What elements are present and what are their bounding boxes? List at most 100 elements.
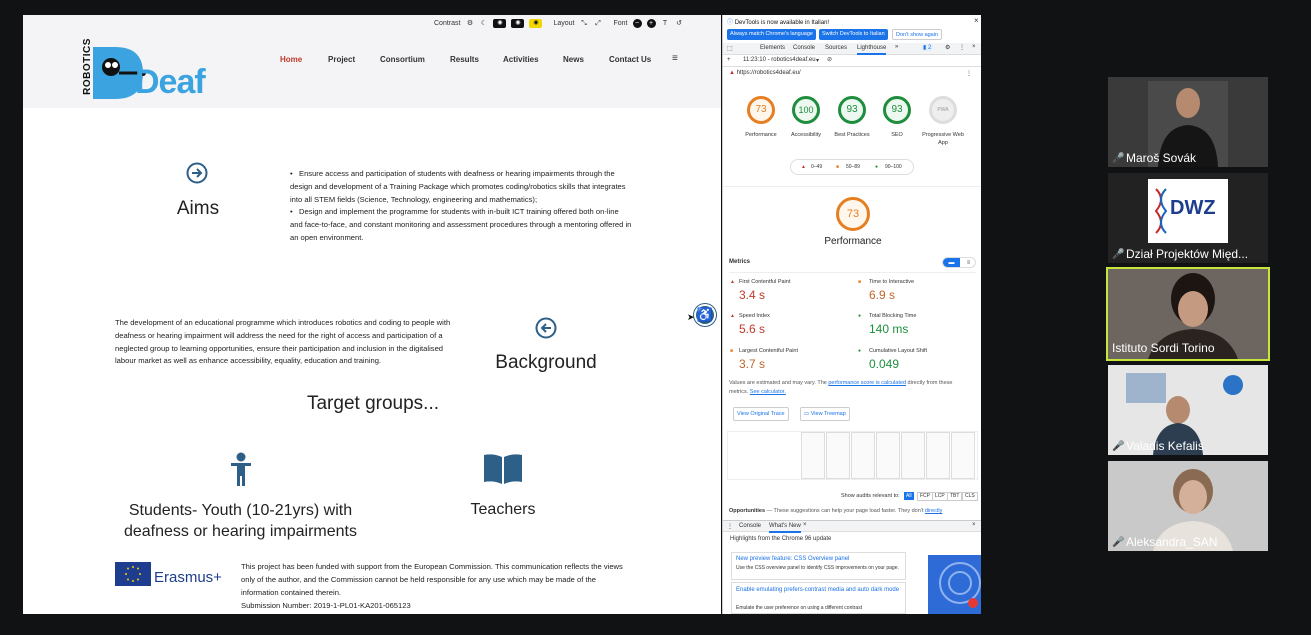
participant-tile-2[interactable]: DWZ 🎤 Dział Projektów Międ... (1108, 173, 1268, 263)
news-card-css-overview[interactable]: New preview feature: CSS Overview panel … (731, 552, 906, 580)
filmstrip-frame (876, 432, 900, 479)
kebab-menu-icon[interactable]: ⋮ (959, 44, 965, 51)
tab-sources[interactable]: Sources (825, 45, 847, 51)
eye-dark-icon[interactable]: ◉ (493, 19, 507, 28)
clear-icon[interactable]: ⊘ (827, 56, 832, 63)
participant-tile-1[interactable]: 🎤 Maroš Sovák (1108, 77, 1268, 167)
accessibility-gauge[interactable]: 100 (792, 96, 820, 124)
metric-fcp-value: 3.4 s (739, 288, 766, 302)
expanded-view-icon[interactable]: ≡ (960, 258, 975, 267)
audit-chip-lcp[interactable]: LCP (932, 492, 948, 501)
submission-number: Submission Number: 2019-1-PL01-KA201-065… (241, 601, 411, 610)
best-practices-gauge-label: Best Practices (834, 132, 870, 138)
fcp-status-icon: ▲ (730, 279, 735, 285)
legend-pass: 90–100 (885, 164, 902, 170)
eye-yellow-icon[interactable]: ◉ (529, 19, 543, 28)
best-practices-gauge[interactable]: 93 (838, 96, 866, 124)
whats-new-illustration (928, 555, 981, 614)
close-notice-icon[interactable]: × (974, 16, 979, 25)
inspect-icon[interactable]: ⬚ (727, 45, 733, 52)
muted-mic-icon: 🎤 (1112, 248, 1125, 260)
always-match-language-button[interactable]: Always match Chrome's language (727, 29, 816, 40)
tab-elements[interactable]: Elements (760, 45, 785, 51)
issues-badge[interactable]: ▮ 2 (921, 44, 934, 51)
more-tabs-icon[interactable]: » (895, 44, 898, 50)
tbt-status-icon: ● (858, 313, 862, 319)
news-title[interactable]: Enable emulating prefers-contrast media … (736, 586, 901, 595)
aims-heading: Aims (176, 198, 220, 219)
nav-consortium[interactable]: Consortium (380, 55, 425, 64)
participant-tile-4[interactable]: 🎤 Valadis Kefalis (1108, 365, 1268, 455)
tab-console[interactable]: Console (793, 45, 815, 51)
metric-si-name: Speed Index (739, 313, 770, 319)
close-devtools-icon[interactable]: × (972, 44, 976, 50)
see-calculator-link[interactable]: See calculator. (750, 389, 786, 395)
view-treemap-button[interactable]: ▭ View Treemap (800, 407, 850, 421)
arrow-left-circle-icon (535, 317, 557, 339)
nav-activities[interactable]: Activities (503, 55, 539, 64)
moon-icon[interactable]: ☾ (479, 19, 488, 28)
score-calc-link[interactable]: performance score is calculated (828, 380, 906, 386)
font-decrease-icon[interactable]: − (632, 19, 642, 28)
participant-name: 🎤 Maroš Sovák (1112, 151, 1197, 165)
nav-project[interactable]: Project (328, 55, 355, 64)
performance-gauge-label: Performance (745, 132, 777, 138)
pwa-gauge[interactable]: PWA (929, 96, 957, 124)
close-tab-icon[interactable]: × (803, 522, 807, 528)
metric-cls-name: Cumulative Layout Shift (869, 348, 928, 354)
news-title[interactable]: New preview feature: CSS Overview panel (736, 556, 849, 562)
accessibility-toolbar: Contrast ⚙ ☾ ◉ ◉ ◉ Layout ⤡ ⤢ Font − + T… (434, 19, 684, 28)
tab-lighthouse[interactable]: Lighthouse (857, 45, 887, 55)
new-report-icon[interactable]: + (727, 57, 731, 63)
muted-mic-icon: 🎤 (1112, 152, 1125, 164)
reset-icon[interactable]: ↺ (675, 19, 684, 28)
accessibility-widget-icon[interactable]: ♿ (694, 304, 716, 326)
audit-chip-cls[interactable]: CLS (962, 492, 978, 501)
audit-chip-fcp[interactable]: FCP (917, 492, 933, 501)
nav-news[interactable]: News (563, 55, 584, 64)
audit-chip-all[interactable]: All (904, 492, 914, 500)
nav-results[interactable]: Results (450, 55, 479, 64)
opportunities-link[interactable]: directly (925, 508, 942, 514)
news-card-prefers-contrast[interactable]: Enable emulating prefers-contrast media … (731, 582, 906, 614)
metric-tti-name: Time to Interactive (869, 279, 915, 285)
report-selector[interactable]: 11:23:10 - robotics4deaf.eu (743, 57, 816, 63)
expand-icon[interactable]: ⤢ (594, 19, 603, 28)
contrast-label: Contrast (434, 20, 461, 27)
accessibility-gauge-label: Accessibility (791, 132, 821, 138)
participant-tile-3-active[interactable]: Istituto Sordi Torino (1106, 267, 1270, 361)
close-drawer-icon[interactable]: × (972, 522, 976, 528)
audit-chip-tbt[interactable]: TBT (947, 492, 963, 501)
settings-gear-icon[interactable]: ⚙ (945, 44, 950, 51)
devtools-panel: ⓘ DevTools is now available in Italian! … (722, 15, 981, 614)
performance-gauge[interactable]: 73 (747, 96, 775, 124)
dropdown-arrow-icon[interactable]: ▾ (816, 57, 819, 64)
text-size-icon[interactable]: T (661, 19, 670, 28)
drawer-tab-console[interactable]: Console (739, 523, 761, 529)
shrink-icon[interactable]: ⤡ (580, 19, 589, 28)
teachers-label: Teachers (470, 501, 536, 518)
dont-show-again-button[interactable]: Don't show again (892, 29, 943, 40)
compact-view-icon[interactable]: ▬ (943, 258, 960, 267)
metrics-estimate-note: Values are estimated and may vary. The p… (729, 380, 953, 395)
metric-si-value: 5.6 s (739, 322, 766, 336)
drawer-tab-whats-new[interactable]: What's New (769, 523, 801, 533)
font-increase-icon[interactable]: + (646, 19, 656, 28)
switch-italian-button[interactable]: Switch DevTools to Italian (819, 29, 888, 40)
score-legend: ▲ 0–49 ■ 50–89 ● 90–100 (790, 159, 914, 175)
robotics4deaf-logo[interactable]: ROBOTICS Deaf (65, 38, 206, 103)
participant-tile-5[interactable]: 🎤 Aleksandra_SAN (1108, 461, 1268, 551)
audits-filter-label: Show audits relevant to: (841, 493, 900, 499)
report-menu-icon[interactable]: ⋮ (966, 70, 972, 77)
nav-contact[interactable]: Contact Us (609, 55, 651, 64)
contrast-icon[interactable]: ⚙ (465, 19, 474, 28)
cls-status-icon: ● (858, 348, 862, 354)
metrics-view-toggle[interactable]: ▬ ≡ (942, 257, 976, 268)
hamburger-menu-icon[interactable]: ≡ (672, 53, 678, 64)
drawer-menu-icon[interactable]: ⋮ (727, 523, 733, 530)
seo-gauge[interactable]: 93 (883, 96, 911, 124)
nav-home[interactable]: Home (280, 55, 302, 64)
si-status-icon: ▲ (730, 313, 735, 319)
eye-icon[interactable]: ◉ (511, 19, 525, 28)
view-original-trace-button[interactable]: View Original Trace (733, 407, 789, 421)
